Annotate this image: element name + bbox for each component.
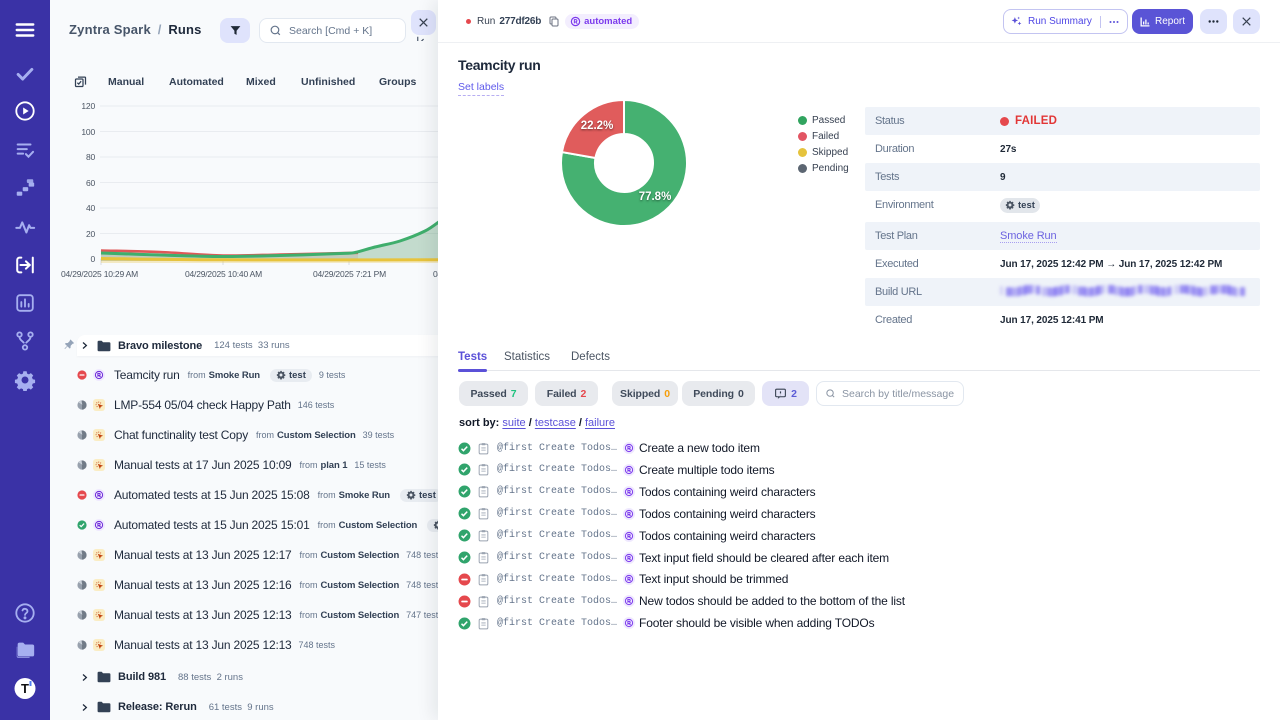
svg-text:22.2%: 22.2% bbox=[581, 120, 614, 132]
svg-text:77.8%: 77.8% bbox=[639, 191, 672, 203]
